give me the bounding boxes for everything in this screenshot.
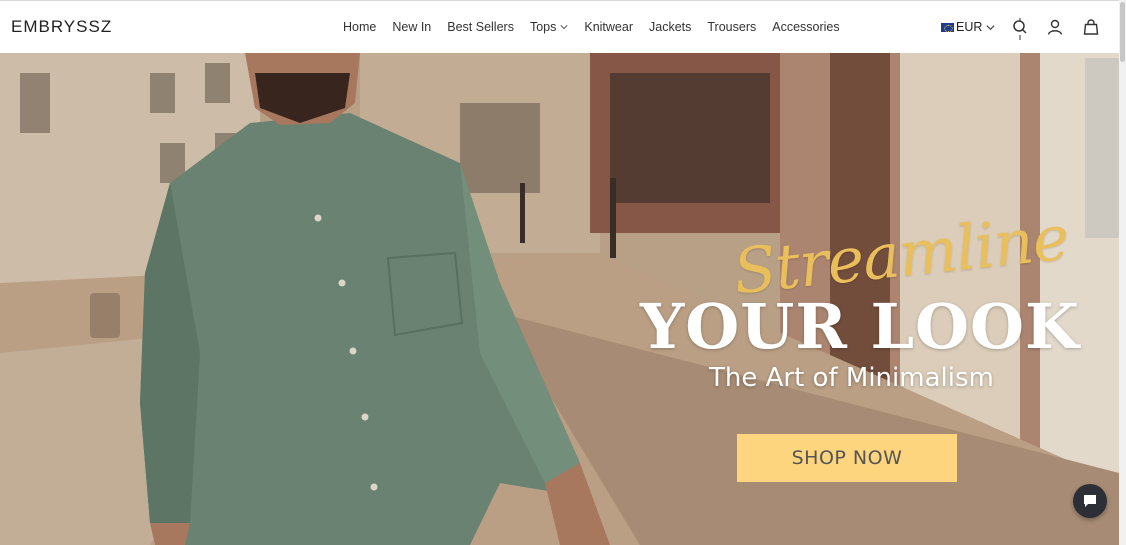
hero-banner: Streamline YOUR LOOK The Art of Minimali… <box>0 53 1119 545</box>
chat-launcher-button[interactable] <box>1073 484 1107 518</box>
nav-item-label: Tops <box>529 20 557 34</box>
nav-item-trousers[interactable]: Trousers <box>707 20 756 34</box>
scrollbar-track[interactable] <box>1119 0 1126 545</box>
nav-item-label: Accessories <box>772 20 840 34</box>
hero-headline: YOUR LOOK <box>640 290 1080 363</box>
nav-item-knitwear[interactable]: Knitwear <box>584 20 633 34</box>
nav-item-jackets[interactable]: Jackets <box>649 20 691 34</box>
nav-item-label: Trousers <box>707 20 757 34</box>
nav-item-new-in[interactable]: New In <box>392 20 431 34</box>
page: EMBRYSSZ Home New In Best Sellers Tops K… <box>0 0 1126 545</box>
search-icon[interactable] <box>1012 18 1028 40</box>
main-nav: Home New In Best Sellers Tops Knitwear J… <box>343 20 856 34</box>
nav-item-best-sellers[interactable]: Best Sellers <box>447 20 514 34</box>
nav-item-label: New In <box>392 20 432 34</box>
nav-item-label: Knitwear <box>584 20 633 34</box>
nav-item-home[interactable]: Home <box>343 20 376 34</box>
cart-bag-icon[interactable] <box>1083 19 1099 35</box>
brand-logo[interactable]: EMBRYSSZ <box>11 17 112 37</box>
nav-item-label: Best Sellers <box>447 20 514 34</box>
nav-item-accessories[interactable]: Accessories <box>772 20 839 34</box>
nav-item-label: Home <box>343 20 377 34</box>
nav-item-tops[interactable]: Tops <box>530 20 568 34</box>
hero-subheadline: The Art of Minimalism <box>709 363 994 393</box>
nav-item-label: Jackets <box>649 20 692 34</box>
account-icon[interactable] <box>1047 19 1063 35</box>
chevron-down-icon <box>560 25 568 30</box>
eu-flag-icon <box>941 22 954 32</box>
currency-label: EUR <box>956 20 983 34</box>
chevron-down-icon <box>986 24 995 30</box>
chat-bubble-icon <box>1084 495 1096 507</box>
scrollbar-thumb[interactable] <box>1120 2 1125 62</box>
site-header: EMBRYSSZ Home New In Best Sellers Tops K… <box>0 0 1119 53</box>
shop-now-button[interactable]: SHOP NOW <box>737 434 957 482</box>
currency-selector[interactable]: EUR <box>941 20 995 34</box>
